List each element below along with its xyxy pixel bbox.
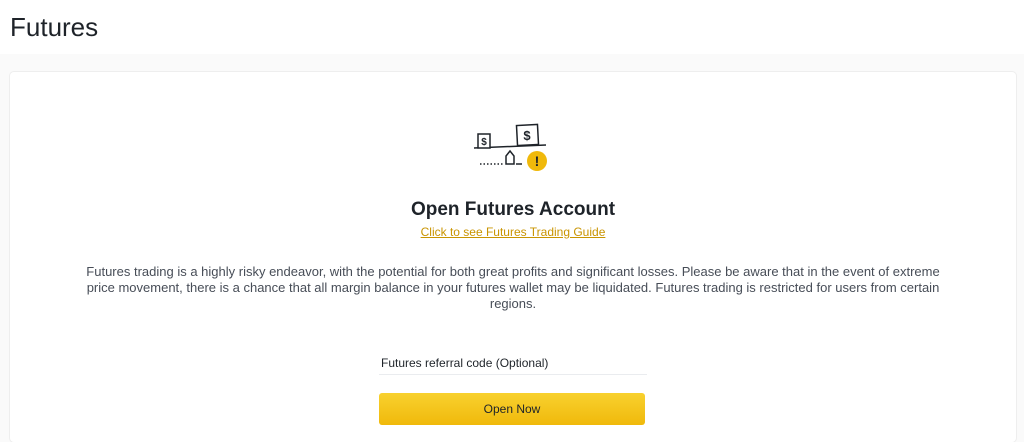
open-now-button[interactable]: Open Now [379,393,645,425]
open-account-title: Open Futures Account [410,199,616,220]
balance-scale-warning-icon: $ $ ! [473,123,547,171]
trading-guide-link[interactable]: Click to see Futures Trading Guide [421,225,606,239]
svg-text:!: ! [535,153,540,169]
referral-code-input[interactable] [379,352,647,375]
fulcrum [505,149,515,165]
open-account-card: $ $ ! Open Futures Account Click to see … [10,72,1016,442]
page-title: Futures [10,11,99,42]
svg-text:$: $ [481,137,487,148]
guide-link-container: Click to see Futures Trading Guide [10,225,1016,239]
svg-text:$: $ [523,128,531,143]
risk-warning-text: Futures trading is a highly risky endeav… [86,264,940,311]
page-header: Futures [0,0,1024,54]
